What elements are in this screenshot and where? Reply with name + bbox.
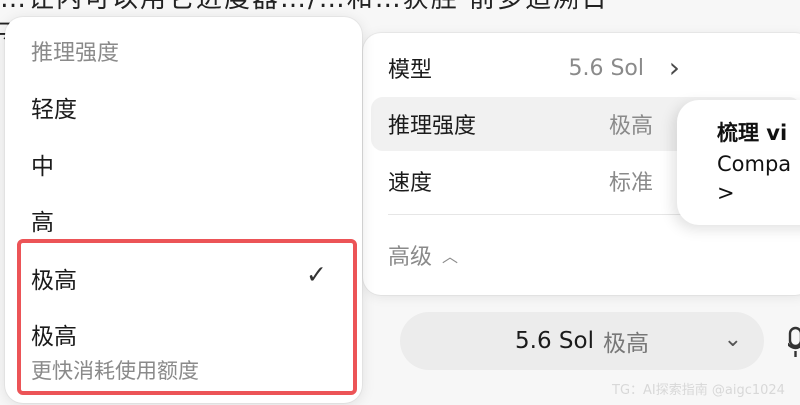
- model-value: 5.6 Sol: [568, 55, 644, 81]
- reasoning-dropdown: 推理强度 轻度 中 高 极高 ✓ 极高 更快消耗使用额度: [5, 17, 362, 403]
- tooltip-body: Compa: [717, 152, 792, 176]
- settings-row-model[interactable]: 模型 5.6 Sol ›: [371, 41, 800, 95]
- reasoning-value: 极高: [608, 114, 653, 139]
- settings-row-advanced[interactable]: 高级 ︿: [371, 228, 800, 282]
- option-medium[interactable]: 中: [31, 147, 54, 181]
- speed-label: 速度: [388, 171, 433, 196]
- microphone-icon[interactable]: [788, 326, 800, 358]
- tooltip-popup: 梳理 vi Compa >: [677, 100, 800, 225]
- chevron-right-icon: ›: [668, 51, 680, 84]
- model-name: 5.6 Sol: [515, 328, 594, 354]
- speed-value: 标准: [608, 171, 653, 196]
- dropdown-header: 推理强度: [31, 41, 120, 66]
- option-extra-high-fast[interactable]: 极高: [31, 317, 77, 351]
- background-text: …让内可以用它进度器…/…和…获胜 前多追溯日: [0, 0, 609, 15]
- tooltip-title: 梳理 vi: [717, 121, 788, 145]
- advanced-label: 高级: [388, 245, 433, 270]
- option-subtitle: 更快消耗使用额度: [31, 359, 199, 383]
- chevron-up-icon: ︿: [442, 247, 459, 266]
- checkmark-icon: ✓: [306, 260, 327, 289]
- watermark: TG：AI探索指南 @aigc1024: [612, 383, 785, 398]
- reasoning-level: 极高: [602, 331, 649, 357]
- option-high[interactable]: 高: [31, 203, 54, 237]
- option-light[interactable]: 轻度: [31, 90, 77, 124]
- tooltip-arrow: >: [717, 181, 735, 206]
- option-extra-high[interactable]: 极高: [31, 261, 77, 295]
- reasoning-label: 推理强度: [388, 114, 477, 139]
- model-selector-button[interactable]: 5.6 Sol 极高 ⌄: [400, 312, 764, 370]
- model-label: 模型: [388, 58, 433, 83]
- chevron-down-icon: ⌄: [723, 327, 742, 352]
